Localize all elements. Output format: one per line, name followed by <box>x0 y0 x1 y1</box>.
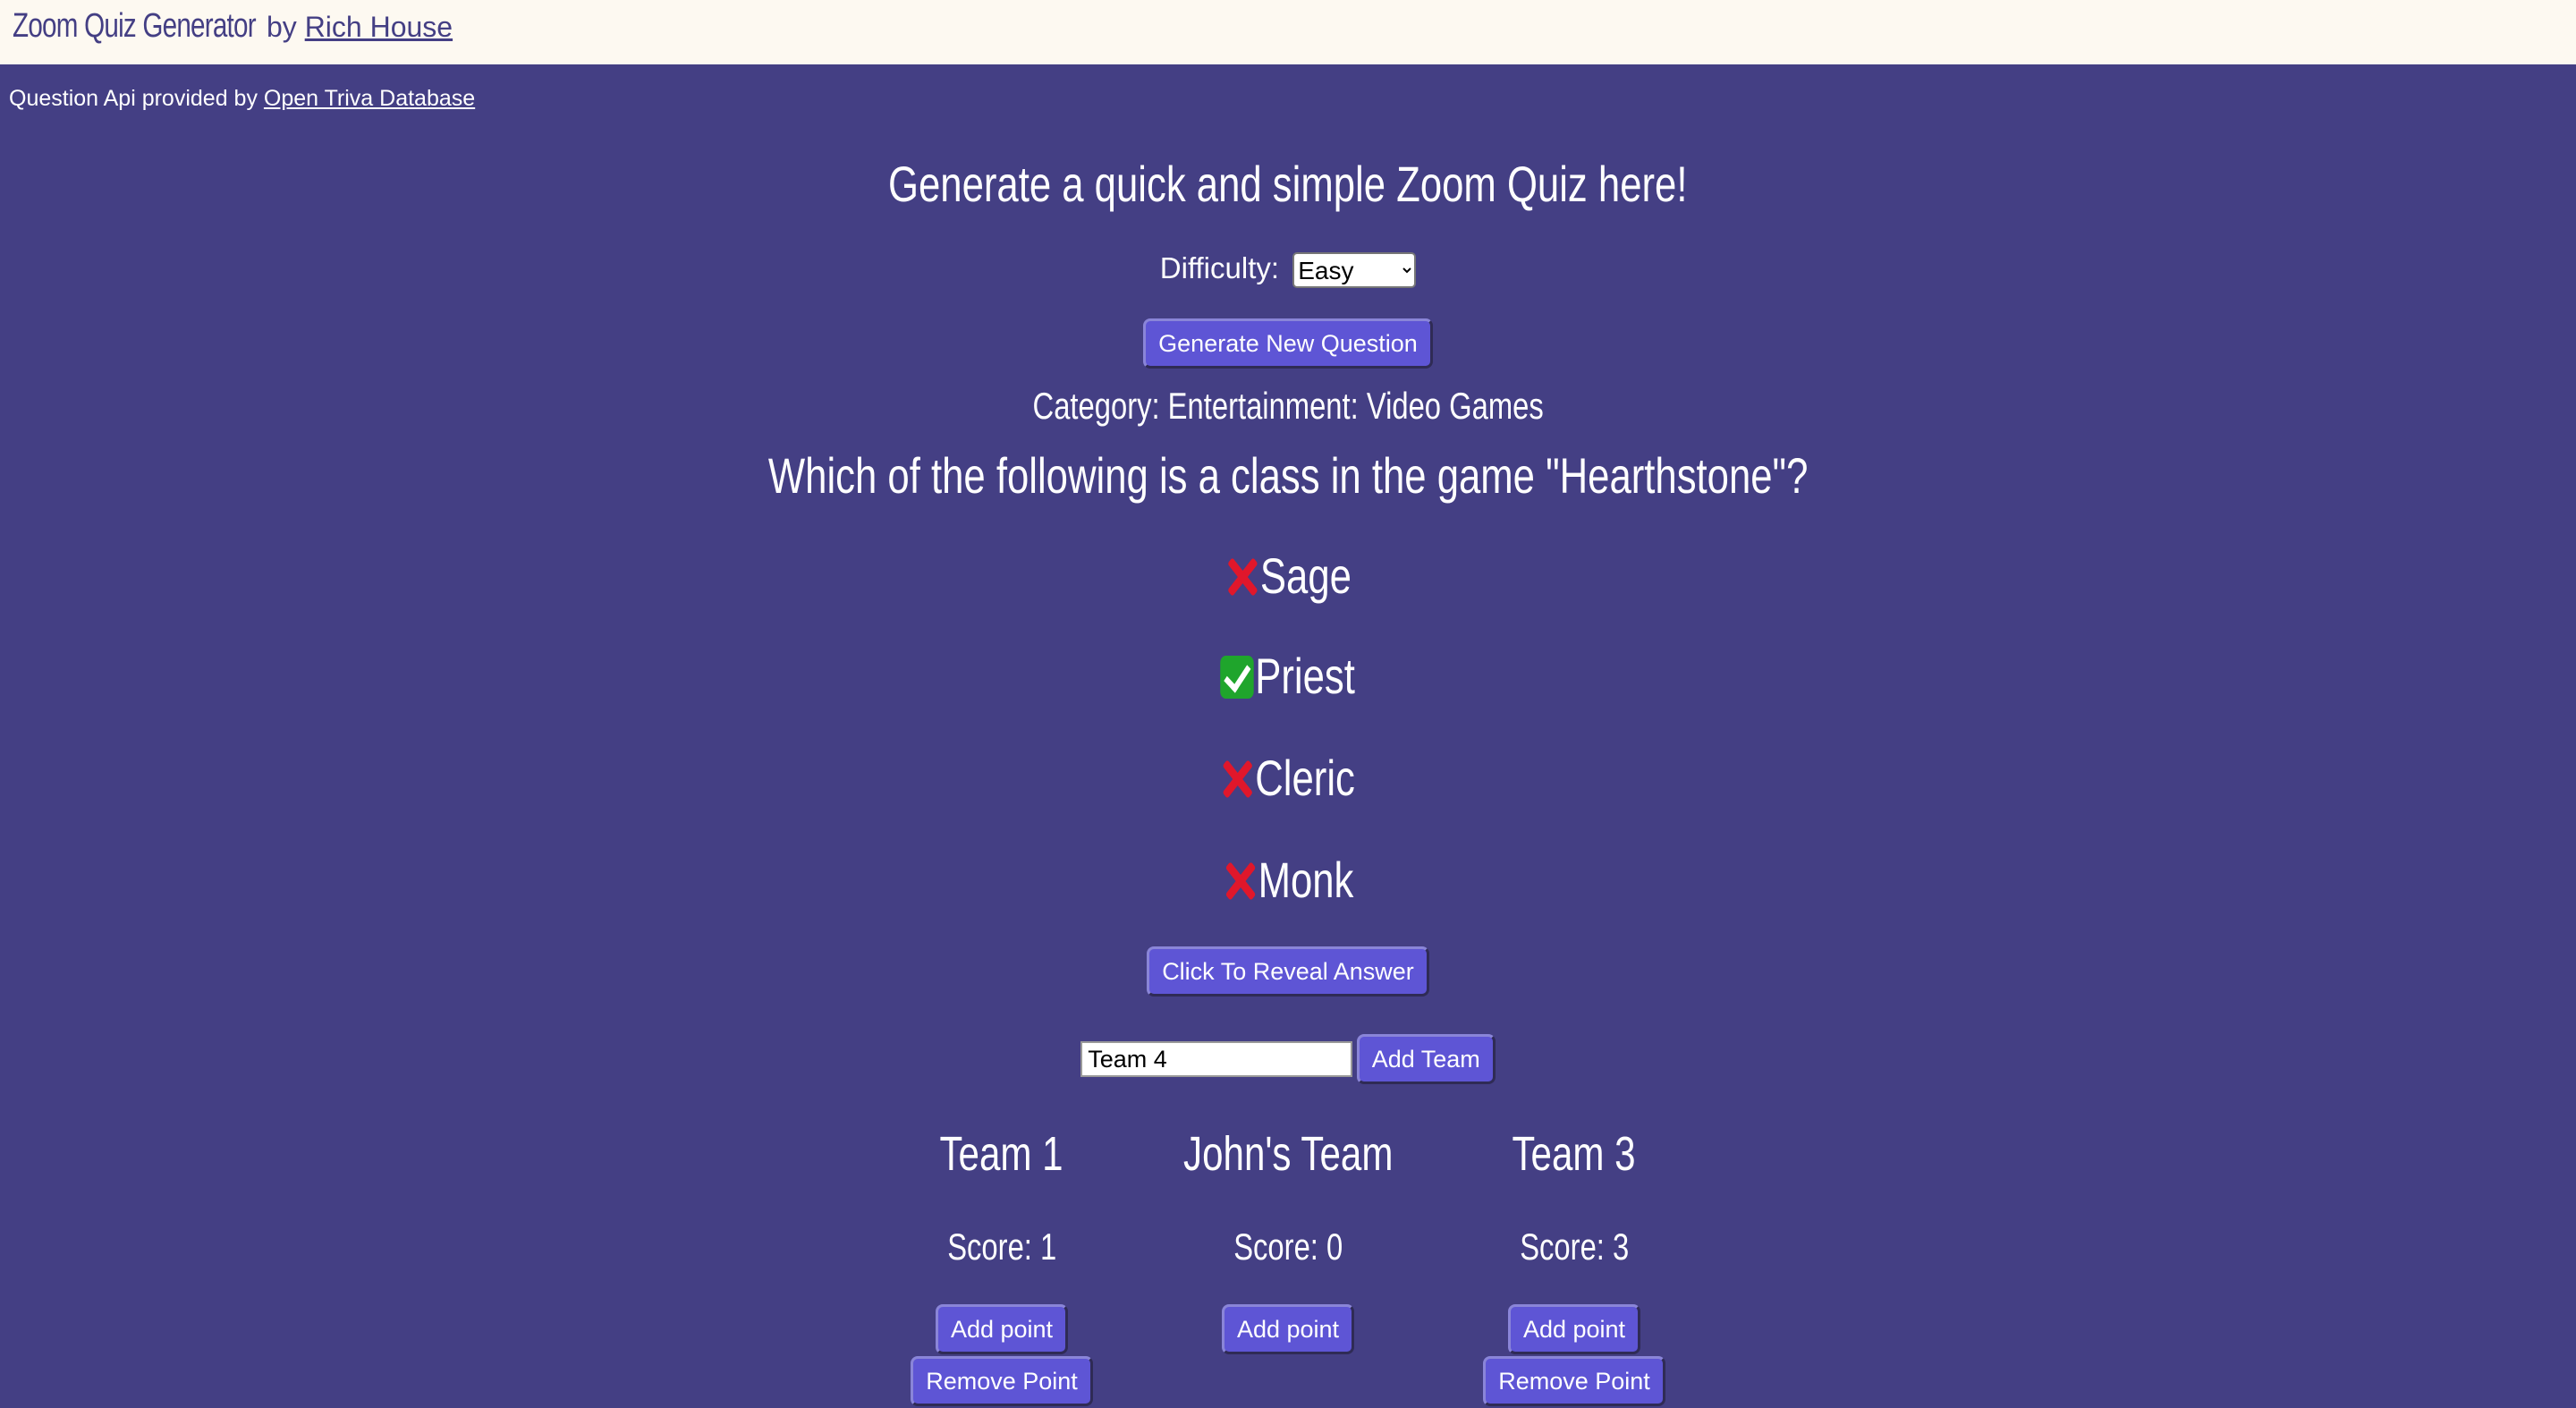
check-mark-icon <box>1220 656 1255 699</box>
team-name-input[interactable] <box>1080 1041 1353 1077</box>
team-name: Team 3 <box>1512 1127 1637 1181</box>
remove-point-button[interactable]: Remove Point <box>911 1356 1093 1406</box>
team-score: Score: 1 <box>946 1226 1056 1268</box>
cross-mark-icon <box>1223 860 1256 903</box>
reveal-row: Click To Reveal Answer <box>0 946 2576 997</box>
api-attribution: Question Api provided by Open Triva Data… <box>9 86 475 112</box>
team-name: John's Team <box>1182 1127 1394 1181</box>
add-point-button[interactable]: Add point <box>935 1304 1069 1354</box>
answer-text: Monk <box>1258 852 1353 908</box>
byline-prefix: by <box>267 11 297 43</box>
generate-row: Generate New Question <box>0 318 2576 369</box>
add-point-button[interactable]: Add point <box>1507 1304 1641 1354</box>
question-category: Category: Entertainment: Video Games <box>1032 385 1544 427</box>
remove-point-button[interactable]: Remove Point <box>1483 1356 1665 1406</box>
headline-row: Generate a quick and simple Zoom Quiz he… <box>0 157 2576 211</box>
top-header: Zoom Quiz Generator by Rich House <box>0 0 2576 64</box>
question-row: Which of the following is a class in the… <box>0 447 2576 505</box>
answer-row-3: Cleric <box>0 750 2576 807</box>
category-row: Category: Entertainment: Video Games <box>0 383 2576 429</box>
question-text: Which of the following is a class in the… <box>767 447 1809 504</box>
reveal-answer-button[interactable]: Click To Reveal Answer <box>1147 946 1429 997</box>
difficulty-select[interactable]: Easy <box>1292 252 1417 289</box>
answer-row-4: Monk <box>0 852 2576 909</box>
difficulty-label: Difficulty: <box>1159 251 1280 284</box>
difficulty-row: Difficulty: Easy <box>0 249 2576 289</box>
answer-item[interactable]: Monk <box>1223 852 1353 909</box>
answer-item[interactable]: Cleric <box>1221 750 1356 807</box>
attribution-prefix: Question Api provided by <box>9 86 258 111</box>
add-point-button[interactable]: Add point <box>1221 1304 1355 1354</box>
answer-text: Cleric <box>1255 750 1356 806</box>
app-title: Zoom Quiz Generator <box>13 7 257 45</box>
answer-row-2: Priest <box>0 648 2576 705</box>
cross-mark-icon <box>1221 758 1254 801</box>
page-headline: Generate a quick and simple Zoom Quiz he… <box>888 156 1688 212</box>
answer-item[interactable]: Priest <box>1220 648 1356 705</box>
answer-text: Priest <box>1255 648 1356 704</box>
answer-item[interactable]: Sage <box>1224 547 1351 605</box>
answer-text: Sage <box>1259 547 1352 604</box>
answer-row-1: Sage <box>0 547 2576 605</box>
team-score: Score: 3 <box>1519 1226 1629 1268</box>
generate-question-button[interactable]: Generate New Question <box>1143 318 1433 369</box>
team-score: Score: 0 <box>1233 1226 1343 1268</box>
add-team-row: Add Team <box>0 1034 2576 1084</box>
team-name: Team 1 <box>939 1127 1064 1181</box>
byline: by Rich House <box>267 7 453 47</box>
add-team-button[interactable]: Add Team <box>1356 1034 1496 1084</box>
author-link[interactable]: Rich House <box>305 11 453 43</box>
trivia-db-link[interactable]: Open Triva Database <box>264 86 475 111</box>
cross-mark-icon <box>1224 556 1258 598</box>
